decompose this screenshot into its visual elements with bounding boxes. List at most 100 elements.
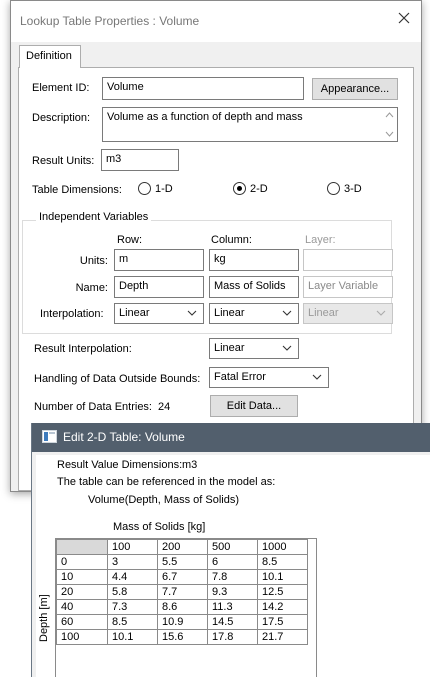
scroll-arrows-icon[interactable] [385, 111, 394, 138]
column-header: Column: [211, 234, 252, 246]
table-cell[interactable]: 15.6 [157, 629, 208, 645]
table-row: 20 5.8 7.7 9.3 12.5 [56, 584, 308, 600]
table-row: 0 3 5.5 6 8.5 [56, 554, 308, 570]
chevron-down-icon [376, 310, 386, 316]
row-header-cell[interactable]: 10 [56, 569, 108, 585]
table-cell[interactable]: 10.1 [107, 629, 158, 645]
table-window-title: Edit 2-D Table: Volume [63, 430, 185, 444]
row-interpolation-value: Linear [119, 307, 150, 319]
table-cell[interactable]: 21.7 [257, 629, 308, 645]
radio-1d[interactable] [138, 182, 151, 195]
tab-definition-label: Definition [26, 50, 72, 62]
table-row: 100 10.1 15.6 17.8 21.7 [56, 629, 308, 645]
chevron-down-icon [187, 310, 197, 316]
chevron-down-icon [282, 345, 292, 351]
row-header-cell[interactable]: 60 [56, 614, 108, 630]
description-label: Description: [32, 112, 91, 124]
table-cell[interactable]: 8.5 [257, 554, 308, 570]
table-cell[interactable]: 6 [207, 554, 258, 570]
units-label: Units: [79, 255, 108, 267]
result-units-label: Result Units: [32, 155, 95, 167]
table-dimensions-label: Table Dimensions: [32, 184, 122, 196]
description-field[interactable]: Volume as a function of depth and mass [102, 107, 398, 142]
column-axis-label: Mass of Solids [kg] [113, 521, 206, 533]
layer-interpolation-dropdown[interactable]: Linear [303, 303, 393, 324]
radio-1d-label: 1-D [155, 183, 173, 195]
row-header-cell[interactable]: 100 [56, 629, 108, 645]
reference-text: The table can be referenced in the model… [57, 476, 276, 488]
edit-data-button[interactable]: Edit Data... [210, 395, 298, 417]
description-text: Volume as a function of depth and mass [107, 111, 303, 123]
column-header-cell[interactable]: 1000 [257, 539, 308, 555]
column-units-field[interactable]: kg [209, 249, 299, 271]
data-grid: 100 200 500 1000 0 3 5.5 6 8.5 10 4.4 6.… [56, 539, 308, 645]
table-cell[interactable]: 3 [107, 554, 158, 570]
column-interpolation-value: Linear [214, 307, 245, 319]
data-entries-label: Number of Data Entries: [34, 401, 152, 413]
dialog-titlebar: Lookup Table Properties : Volume [11, 1, 421, 42]
table-cell[interactable]: 6.7 [157, 569, 208, 585]
chevron-down-icon [282, 310, 292, 316]
close-icon[interactable] [396, 10, 412, 26]
element-id-label: Element ID: [32, 82, 90, 94]
result-dims-value: m3 [182, 459, 198, 471]
out-of-bounds-label: Handling of Data Outside Bounds: [34, 373, 201, 385]
table-cell[interactable]: 10.9 [157, 614, 208, 630]
grid-header-row: 100 200 500 1000 [56, 539, 308, 555]
table-window-titlebar: Edit 2-D Table: Volume [32, 423, 430, 452]
table-cell[interactable]: 8.5 [107, 614, 158, 630]
out-of-bounds-value: Fatal Error [214, 371, 266, 383]
row-name-field[interactable]: Depth [114, 276, 204, 298]
radio-3d[interactable] [327, 182, 340, 195]
row-header-cell[interactable]: 20 [56, 584, 108, 600]
element-id-field[interactable]: Volume [102, 77, 304, 100]
radio-2d[interactable] [233, 182, 246, 195]
result-units-field[interactable]: m3 [101, 149, 179, 171]
table-cell[interactable]: 9.3 [207, 584, 258, 600]
row-header-cell[interactable]: 40 [56, 599, 108, 615]
table-cell[interactable]: 12.5 [257, 584, 308, 600]
table-cell[interactable]: 7.8 [207, 569, 258, 585]
result-interpolation-label: Result Interpolation: [34, 343, 132, 355]
table-row: 60 8.5 10.9 14.5 17.5 [56, 614, 308, 630]
radio-selected-dot [237, 186, 242, 191]
table-cell[interactable]: 11.3 [207, 599, 258, 615]
result-interpolation-dropdown[interactable]: Linear [209, 338, 299, 359]
dialog-title: Lookup Table Properties : Volume [20, 14, 200, 28]
column-name-field[interactable]: Mass of Solids [209, 276, 299, 298]
column-interpolation-dropdown[interactable]: Linear [209, 303, 299, 324]
tab-definition[interactable]: Definition [19, 45, 81, 68]
column-header-cell[interactable]: 200 [157, 539, 208, 555]
table-cell[interactable]: 10.1 [257, 569, 308, 585]
column-header-cell[interactable]: 100 [107, 539, 158, 555]
reference-expression: Volume(Depth, Mass of Solids) [88, 494, 240, 506]
result-dims-label: Result Value Dimensions: [57, 459, 183, 471]
table-window-app-icon [42, 430, 57, 443]
interpolation-label: Interpolation: [40, 308, 104, 320]
chevron-down-icon [312, 374, 322, 380]
table-cell[interactable]: 7.3 [107, 599, 158, 615]
column-header-cell[interactable]: 500 [207, 539, 258, 555]
row-header-cell[interactable]: 0 [56, 554, 108, 570]
row-units-field[interactable]: m [114, 249, 204, 271]
layer-name-field[interactable]: Layer Variable [303, 276, 393, 298]
table-cell[interactable]: 14.5 [207, 614, 258, 630]
table-cell[interactable]: 14.2 [257, 599, 308, 615]
table-row: 10 4.4 6.7 7.8 10.1 [56, 569, 308, 585]
layer-units-field[interactable] [303, 249, 393, 271]
table-cell[interactable]: 8.6 [157, 599, 208, 615]
table-cell[interactable]: 7.7 [157, 584, 208, 600]
out-of-bounds-dropdown[interactable]: Fatal Error [209, 367, 329, 388]
independent-variables-label: Independent Variables [36, 211, 152, 223]
name-label: Name: [75, 282, 108, 294]
layer-interpolation-value: Linear [308, 307, 339, 319]
appearance-button[interactable]: Appearance... [312, 78, 398, 100]
row-interpolation-dropdown[interactable]: Linear [114, 303, 204, 324]
table-cell[interactable]: 5.8 [107, 584, 158, 600]
table-cell[interactable]: 17.5 [257, 614, 308, 630]
grid-corner-cell [56, 539, 108, 555]
table-cell[interactable]: 17.8 [207, 629, 258, 645]
row-axis-label: Depth [m] [38, 594, 50, 642]
table-cell[interactable]: 5.5 [157, 554, 208, 570]
table-cell[interactable]: 4.4 [107, 569, 158, 585]
